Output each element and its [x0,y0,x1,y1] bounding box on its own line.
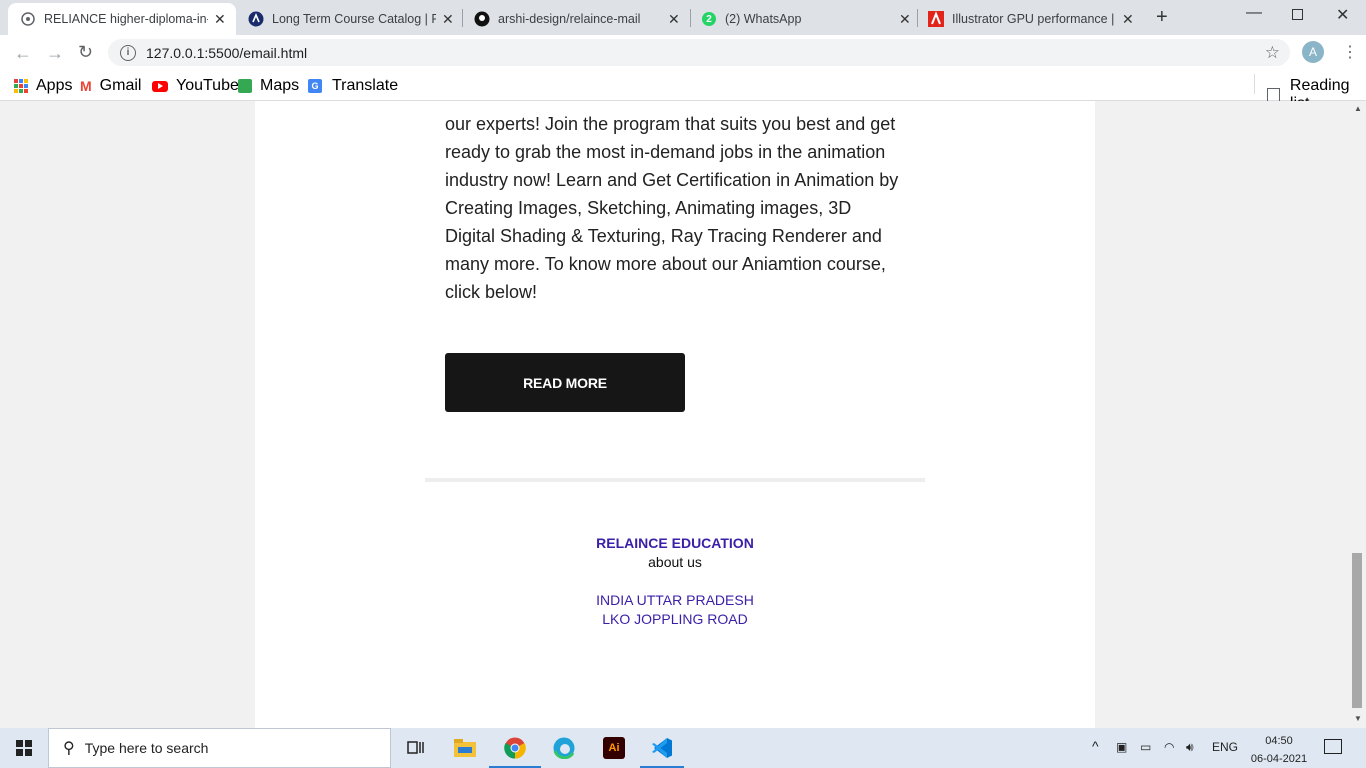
body-line: ready to grab the most in-demand jobs in… [445,142,886,162]
tab-reliance[interactable]: RELIANCE higher-diploma-in-3 ✕ [8,3,236,35]
bookmark-star-icon[interactable]: ☆ [1265,43,1280,63]
company-name: RELAINCE EDUCATION [596,535,754,551]
bookmark-maps[interactable]: Maps [238,77,299,95]
body-line: industry now! Learn and Get Certificatio… [445,170,899,190]
tab-separator [917,9,918,27]
body-line: click below! [445,282,538,302]
about-us-link[interactable]: about us [255,553,1095,572]
close-icon[interactable]: ✕ [442,11,454,28]
notification-badge: 2 [702,12,716,26]
bookmark-translate[interactable]: G Translate [308,77,398,95]
restore-icon[interactable] [1292,9,1303,20]
scrollbar-thumb[interactable] [1352,553,1362,708]
wifi-icon[interactable]: ◠ [1164,740,1174,754]
vscode-icon[interactable] [650,736,674,760]
back-icon[interactable]: ← [14,43,32,64]
profile-avatar[interactable]: A [1302,41,1324,63]
clock[interactable]: 04:50 06-04-2021 [1249,732,1309,768]
body-line: our experts! Join the program that suits… [445,114,896,134]
clock-date: 06-04-2021 [1250,753,1308,765]
url-text: 127.0.0.1:5500/email.html [146,44,308,61]
tab-whatsapp[interactable]: 2 (2) WhatsApp ✕ [695,3,913,35]
close-icon[interactable]: ✕ [1122,11,1134,28]
read-more-button[interactable]: READ MORE [445,353,685,412]
bookmark-label: Maps [260,77,300,94]
scroll-down-icon[interactable]: ▼ [1354,714,1362,723]
tab-label: RELIANCE higher-diploma-in-3 [44,12,208,26]
address-bar[interactable]: i 127.0.0.1:5500/email.html ☆ [108,39,1290,66]
edge-icon[interactable] [552,736,576,760]
language-indicator[interactable]: ENG [1212,740,1238,754]
file-explorer-icon[interactable] [453,736,477,760]
email-footer: RELAINCE EDUCATION about us INDIA UTTAR … [255,534,1095,629]
course-description: learn directly from industry experts, le… [445,101,915,306]
reload-icon[interactable]: ↻ [78,42,93,63]
bookmark-apps[interactable]: Apps [14,77,72,95]
tab-label: (2) WhatsApp [725,12,802,26]
address-line: LKO JOPPLING ROAD [602,611,748,627]
adobe-icon [928,11,944,27]
forward-icon[interactable]: → [46,43,64,64]
illustrator-icon[interactable]: Ai [602,736,626,760]
email-card: learn directly from industry experts, le… [255,101,1095,728]
bookmark-gmail[interactable]: M Gmail [80,77,141,95]
tab-course-catalog[interactable]: Long Term Course Catalog | Re ✕ [242,3,460,35]
windows-start-icon[interactable] [16,740,32,756]
tab-separator [690,9,691,27]
globe-icon [20,11,36,27]
github-icon [474,11,490,27]
search-icon: ⚲ [63,740,75,757]
close-icon[interactable]: ✕ [214,11,226,28]
tab-illustrator[interactable]: Illustrator GPU performance | D ✕ [922,3,1140,35]
battery-icon[interactable]: ▭ [1140,740,1151,754]
notification-center-icon[interactable] [1324,739,1342,754]
show-hidden-icons-icon[interactable]: ^ [1092,738,1099,754]
clock-time: 04:50 [1265,735,1293,747]
menu-kebab-icon[interactable]: ⋮ [1342,42,1358,62]
footer-divider [425,478,925,482]
search-placeholder: Type here to search [84,740,209,756]
page-viewport: learn directly from industry experts, le… [0,101,1350,728]
address-line: INDIA UTTAR PRADESH [596,592,754,608]
meet-now-icon[interactable]: ▣ [1116,740,1127,754]
taskbar-search[interactable]: ⚲ Type here to search [48,728,391,768]
tab-label: Illustrator GPU performance | D [952,12,1116,26]
bookmark-label: Apps [36,77,73,94]
close-icon[interactable]: ✕ [899,11,911,28]
task-view-icon[interactable] [404,736,428,760]
chrome-icon[interactable] [503,736,527,760]
bookmark-label: YouTube [176,77,239,94]
close-icon[interactable]: ✕ [668,11,680,28]
bookmarks-separator [1254,74,1255,94]
body-line: Digital Shading & Texturing, Ray Tracing… [445,226,882,246]
maps-icon [238,79,252,93]
apps-grid-icon [14,79,28,93]
catalog-logo-icon [248,11,264,27]
body-line: Creating Images, Sketching, Animating im… [445,198,852,218]
tab-separator [462,9,463,27]
clipped-line: learn directly from industry experts, le… [445,101,915,110]
new-tab-icon[interactable]: + [1156,6,1168,29]
info-icon[interactable]: i [120,44,136,61]
whatsapp-icon: 2 [701,11,717,27]
volume-icon[interactable]: 🔊︎ [1186,740,1194,755]
reading-list-icon [1267,88,1280,102]
gmail-icon: M [80,78,92,94]
youtube-icon [152,80,168,92]
tab-github[interactable]: arshi-design/relaince-mail ✕ [468,3,686,35]
body-line: many more. To know more about our Aniamt… [445,254,886,274]
minimize-icon[interactable]: — [1246,4,1262,22]
bookmark-label: Gmail [99,77,142,94]
bookmark-label: Translate [332,77,399,94]
window-close-icon[interactable]: ✕ [1336,5,1349,25]
tab-label: Long Term Course Catalog | Re [272,12,436,26]
tab-label: arshi-design/relaince-mail [498,12,641,26]
translate-icon: G [308,79,322,93]
bookmark-youtube[interactable]: YouTube [152,77,239,95]
scroll-up-icon[interactable]: ▲ [1354,104,1362,113]
